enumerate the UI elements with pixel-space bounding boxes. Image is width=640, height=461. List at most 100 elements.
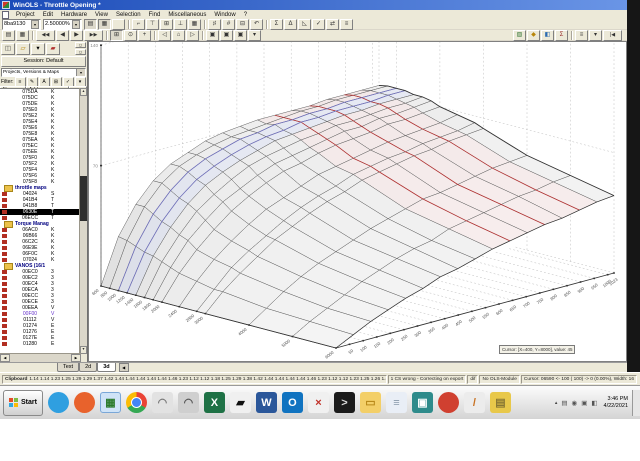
red-x-icon[interactable]: × [307, 392, 329, 413]
hash-small-button[interactable]: ♯ [208, 18, 221, 30]
outlook-icon[interactable]: O [281, 392, 303, 413]
view-table-button[interactable]: ⊞ [110, 29, 123, 41]
tray-volume-icon[interactable]: ◉ [572, 399, 578, 407]
spinner-arrow-icon[interactable]: ▾ [31, 19, 39, 29]
teal-app-icon[interactable]: ▣ [411, 392, 433, 413]
start-button[interactable]: Start [3, 389, 43, 416]
frame-top-button[interactable]: ⊤ [146, 18, 159, 30]
marker-button[interactable]: ◆ [527, 29, 540, 41]
browser-blue-icon[interactable] [47, 392, 69, 413]
filter-list-button[interactable]: ≡ [14, 76, 26, 87]
blank-view-button[interactable] [112, 18, 125, 30]
collapse-pane-button[interactable]: |◀ [603, 29, 622, 41]
filter-grid-button[interactable]: ⊞ [50, 76, 62, 87]
wrench-icon[interactable]: / [463, 392, 485, 413]
filter-text-button[interactable]: A [38, 76, 50, 87]
open-version-button[interactable]: ▱ [16, 42, 30, 55]
scroll-right-icon[interactable]: ▶ [71, 354, 81, 362]
winols-taskbar-icon[interactable]: ▦ [99, 392, 121, 413]
view-mode-arrow-button[interactable]: ▾ [589, 29, 602, 41]
scroll-down-icon[interactable]: ▼ [80, 346, 87, 354]
menu-selection[interactable]: Selection [112, 12, 145, 18]
open-project-button[interactable]: ▦ [16, 29, 29, 41]
window-3-button[interactable]: ▣ [234, 29, 247, 41]
delta-button[interactable]: Δ [284, 18, 297, 30]
zoom-value[interactable]: 2.50000% [45, 21, 71, 27]
tab-text[interactable]: Text [57, 363, 80, 372]
title-bar[interactable]: WinOLS - Throttle Opening * [0, 0, 627, 10]
tab-scroll-left-icon[interactable]: ◀ [118, 363, 129, 372]
pane-option-b-button[interactable]: ◻ [75, 48, 86, 55]
menu-help[interactable]: ? [240, 12, 251, 18]
frame-bottom-button[interactable]: ⊥ [174, 18, 187, 30]
frame-full-button[interactable]: ⊞ [160, 18, 173, 30]
zoom-button[interactable]: ⊙ [124, 29, 137, 41]
prev-map-button[interactable]: ◁ [158, 29, 171, 41]
vertical-scrollbar[interactable]: ▲ ▼ [79, 88, 87, 354]
black-wedge-icon[interactable]: ▰ [229, 392, 251, 413]
map-3d-view[interactable]: 70 140 600 800 1000 1200 1400 1600 1800 2000 2400 2… [88, 0, 627, 362]
console-icon[interactable]: > [333, 392, 355, 413]
show-desktop-button[interactable] [632, 389, 640, 416]
tray-chevron-icon[interactable]: ▴ [555, 400, 558, 406]
nav-last-button[interactable]: ▶▶ [84, 29, 103, 41]
toolbox-icon[interactable]: ▤ [489, 392, 511, 413]
address-spinner[interactable]: 8ba9130 ▾ [2, 18, 41, 30]
notes-icon[interactable]: ≡ [385, 392, 407, 413]
dif-status[interactable]: dif [467, 374, 479, 384]
surface-plot[interactable]: 70 140 600 800 1000 1200 1400 1600 1800 2000 2400 2… [89, 0, 626, 361]
browser-orange-icon[interactable] [73, 392, 95, 413]
scroll-up-icon[interactable]: ▲ [80, 88, 87, 96]
view-2d-button[interactable]: ▤ [84, 18, 97, 30]
menu-hardware[interactable]: Hardware [57, 12, 91, 18]
horizontal-scrollbar[interactable]: ◀ ▶ [0, 353, 81, 362]
menu-view[interactable]: View [91, 12, 112, 18]
import-version-button[interactable]: ▰ [46, 42, 60, 55]
window-1-button[interactable]: ▣ [206, 29, 219, 41]
compare-button[interactable]: ◧ [541, 29, 554, 41]
curve-dark-icon[interactable]: ◠ [177, 392, 199, 413]
map-row[interactable]: 01280 E [0, 341, 81, 347]
menu-find[interactable]: Find [145, 12, 165, 18]
nav-first-button[interactable]: ◀◀ [36, 29, 55, 41]
list-button[interactable]: ≡ [340, 18, 353, 30]
word-icon[interactable]: W [255, 392, 277, 413]
filter-edit-button[interactable]: ✎ [26, 76, 38, 87]
red-app-icon[interactable] [437, 392, 459, 413]
view-mode-button[interactable]: ≡ [575, 29, 588, 41]
session-button[interactable]: Session: Default [1, 56, 86, 67]
tray-power-icon[interactable]: ◧ [591, 399, 597, 407]
undo-button[interactable]: ↶ [250, 18, 263, 30]
view-3d-button[interactable]: ▦ [98, 18, 111, 30]
filter-dropdown-button[interactable]: ▾ [74, 76, 86, 87]
hash-large-button[interactable]: # [222, 18, 235, 30]
window-2-button[interactable]: ▣ [220, 29, 233, 41]
scrollbar-thumb[interactable] [80, 175, 87, 221]
tray-update-icon[interactable]: ▣ [581, 399, 587, 407]
tab-2d[interactable]: 2d [79, 363, 98, 372]
menu-window[interactable]: Window [210, 12, 239, 18]
checksum-button[interactable]: Σ [555, 29, 568, 41]
menu-miscellaneous[interactable]: Miscellaneous [164, 12, 210, 18]
home-button[interactable]: ⌂ [172, 29, 185, 41]
pan-button[interactable]: + [138, 29, 151, 41]
project-properties-button[interactable]: ▤ [2, 29, 15, 41]
check-button[interactable]: ✓ [312, 18, 325, 30]
scroll-left-icon[interactable]: ◀ [0, 354, 10, 362]
excel-icon[interactable]: X [203, 392, 225, 413]
menu-project[interactable]: Project [12, 12, 39, 18]
sigma-button[interactable]: Σ [270, 18, 283, 30]
filter-check-button[interactable]: ✓ [62, 76, 74, 87]
tray-network-icon[interactable]: ▤ [561, 399, 567, 407]
address-value[interactable]: 8ba9130 [4, 21, 30, 27]
pane-option-a-button[interactable]: ◻ [75, 41, 86, 48]
taskbar-clock[interactable]: 3:46 PM 4/22/2021 [604, 396, 628, 409]
spinner-arrow-icon[interactable]: ▾ [72, 19, 80, 29]
frame-left-button[interactable]: ⌐ [132, 18, 145, 30]
save-version-button[interactable]: ◫ [1, 42, 15, 55]
triangle-button[interactable]: ◺ [298, 18, 311, 30]
window-dropdown-button[interactable]: ▾ [248, 29, 261, 41]
color-scale-button[interactable]: ▧ [513, 29, 526, 41]
curve-gray-icon[interactable]: ◠ [151, 392, 173, 413]
chrome-icon[interactable] [125, 392, 147, 413]
